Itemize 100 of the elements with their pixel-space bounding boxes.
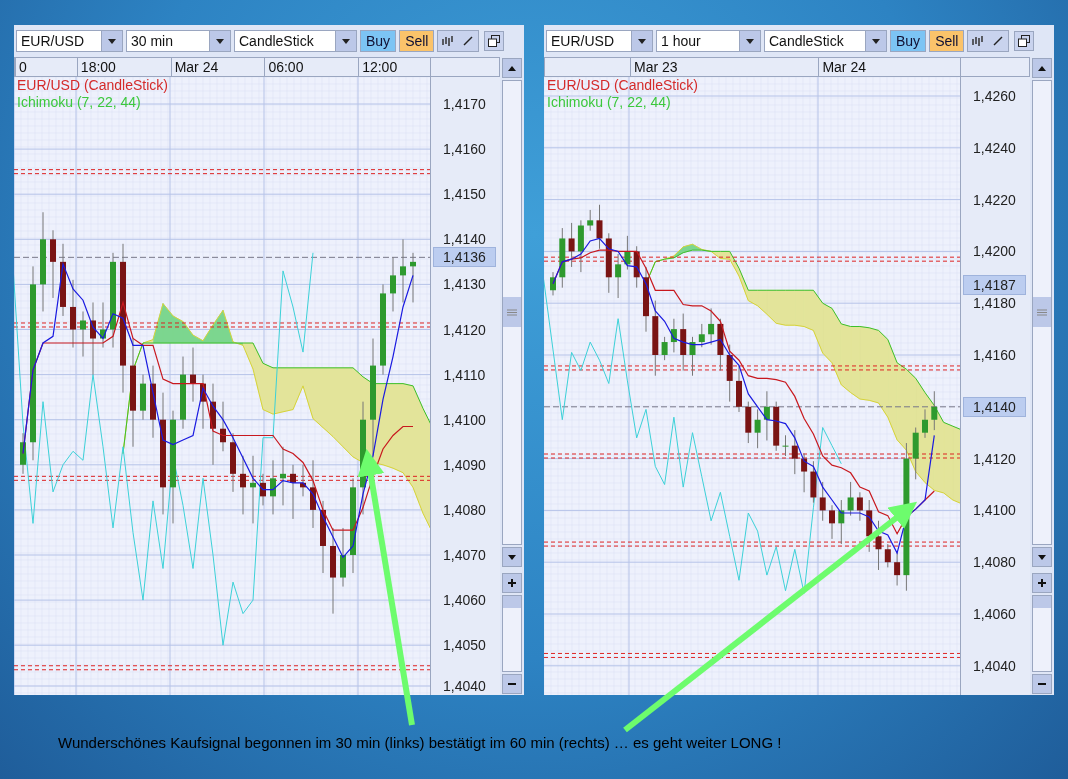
minus-icon (508, 680, 516, 688)
price-label: 1,4080 (442, 500, 487, 519)
candlestick (577, 219, 584, 273)
candlestick (615, 253, 622, 299)
zoom-out-button[interactable] (502, 674, 522, 694)
line-icon (993, 36, 1004, 46)
candlestick (829, 504, 835, 540)
buy-button[interactable]: Buy (890, 30, 927, 52)
candlestick (782, 434, 789, 457)
price-label: 1,4140 (442, 230, 487, 249)
candlestick (736, 364, 742, 413)
sell-button[interactable]: Sell (929, 30, 965, 52)
minus-icon (1038, 680, 1046, 688)
restore-window-button[interactable] (1014, 31, 1035, 51)
restore-window-icon (488, 35, 501, 47)
sell-button[interactable]: Sell (399, 30, 435, 52)
candlestick (340, 527, 346, 588)
candlestick (856, 491, 863, 522)
price-label: 1,4090 (442, 455, 487, 474)
zoom-out-button[interactable] (1032, 674, 1052, 694)
price-label: 1,4120 (972, 449, 1017, 468)
current-price-label: 1,4140 (963, 396, 1026, 417)
candlestick (250, 455, 256, 524)
caret-icon (638, 38, 646, 44)
price-label: 1,4170 (442, 95, 487, 113)
candlestick (754, 408, 761, 449)
buy-button[interactable]: Buy (360, 30, 397, 52)
time-label: Mar 24 (170, 58, 265, 76)
candlestick (230, 432, 236, 493)
candlestick (847, 481, 854, 517)
candlestick (838, 499, 845, 545)
caret-icon (216, 38, 224, 44)
chart-type-dropdown[interactable]: CandleStick (234, 30, 357, 52)
candlestick (922, 408, 928, 439)
candlestick (587, 209, 594, 232)
price-label: 1,4100 (442, 410, 487, 429)
zoom-slider-track[interactable] (1032, 595, 1052, 672)
interval-dropdown[interactable]: 30 min (126, 30, 231, 52)
scrollbar-track[interactable] (502, 80, 522, 545)
caret-down-icon (1038, 554, 1046, 560)
candlestick (605, 232, 612, 294)
candlestick (190, 347, 196, 403)
scrollbar-track[interactable] (1032, 80, 1052, 545)
price-label: 1,4070 (442, 546, 487, 564)
zoom-slider-thumb[interactable] (503, 596, 521, 608)
restore-window-button[interactable] (484, 31, 505, 51)
candlestick (661, 336, 668, 361)
chart-type-dropdown[interactable]: CandleStick (764, 30, 887, 52)
scroll-down-button[interactable] (1032, 547, 1052, 567)
price-label: 1,4100 (972, 501, 1017, 520)
scrollbar-thumb[interactable] (503, 297, 521, 327)
candlestick (912, 427, 919, 480)
candlestick (643, 266, 649, 333)
scroll-up-button[interactable] (1032, 58, 1052, 78)
candlestick (550, 271, 556, 296)
zoom-in-button[interactable] (1032, 573, 1052, 593)
candlestick (390, 256, 396, 312)
time-label: Mar 23 (630, 58, 819, 76)
price-label: 1,4110 (442, 365, 487, 384)
scroll-up-button[interactable] (502, 58, 522, 78)
price-label: 1,4040 (442, 677, 487, 695)
scrollbar-thumb[interactable] (1033, 297, 1051, 327)
candlestick (70, 279, 76, 349)
candlestick (717, 318, 724, 372)
candlestick (884, 543, 891, 568)
indicator-legend: Ichimoku (7, 22, 44) (547, 94, 698, 111)
candlestick (689, 336, 696, 377)
zoom-slider-track[interactable] (502, 595, 522, 672)
candlestick (596, 204, 603, 250)
caret-icon (342, 38, 350, 44)
symbol-dropdown[interactable]: EUR/USD (546, 30, 653, 52)
bars-icon (442, 36, 455, 46)
price-label: 1,4160 (972, 346, 1017, 364)
current-price-label: 1,4187 (963, 275, 1026, 296)
candlestick (260, 473, 266, 506)
candlestick (931, 390, 938, 431)
candlestick (310, 459, 316, 529)
caret-icon (872, 38, 880, 44)
time-label: 18:00 (76, 58, 171, 76)
plus-icon (508, 579, 516, 587)
candlestick (100, 301, 106, 349)
candlestick (80, 310, 86, 358)
zoom-slider-thumb[interactable] (1033, 596, 1051, 608)
price-label: 1,4160 (442, 140, 487, 159)
price-label: 1,4060 (442, 591, 487, 610)
price-label: 1,4040 (972, 656, 1017, 675)
candlestick (866, 499, 873, 553)
scroll-down-button[interactable] (502, 547, 522, 567)
candlestick (300, 464, 306, 497)
caret-up-icon (1038, 65, 1046, 71)
symbol-dropdown[interactable]: EUR/USD (16, 30, 123, 52)
price-label: 1,4130 (442, 275, 487, 294)
zoom-in-button[interactable] (502, 573, 522, 593)
price-label: 1,4200 (972, 242, 1017, 261)
candlestick (220, 401, 226, 452)
candlestick (270, 459, 276, 515)
candlestick (791, 429, 798, 475)
caret-icon (108, 38, 116, 44)
interval-dropdown[interactable]: 1 hour (656, 30, 761, 52)
candlestick (894, 551, 901, 586)
